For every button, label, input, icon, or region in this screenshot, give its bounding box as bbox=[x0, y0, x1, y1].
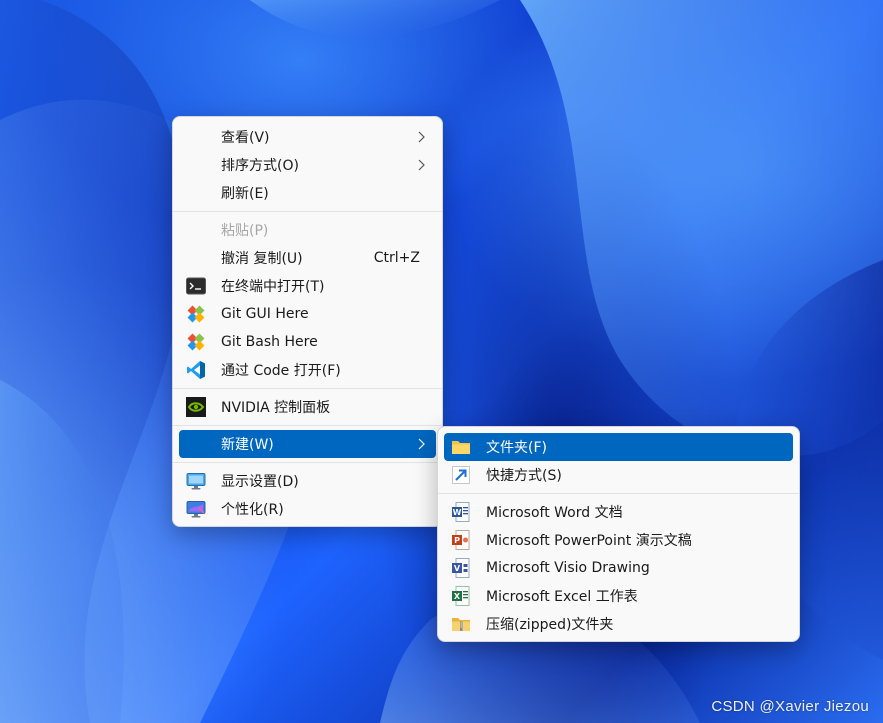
menu-item-label: NVIDIA 控制面板 bbox=[221, 400, 331, 416]
svg-text:V: V bbox=[454, 564, 461, 573]
menu-separator bbox=[173, 388, 442, 389]
menu-item-paste: 粘贴(P) bbox=[179, 216, 436, 244]
menu-separator bbox=[173, 462, 442, 463]
menu-item-label: Git Bash Here bbox=[221, 334, 318, 350]
menu-item-label: 快捷方式(S) bbox=[486, 468, 562, 484]
watermark: CSDN @Xavier Jiezou bbox=[711, 698, 869, 715]
submenu-item-new-powerpoint-presentation[interactable]: P Microsoft PowerPoint 演示文稿 bbox=[444, 526, 793, 554]
svg-text:W: W bbox=[453, 508, 462, 517]
zip-folder-icon bbox=[451, 614, 471, 634]
menu-item-nvidia-control-panel[interactable]: NVIDIA 控制面板 bbox=[179, 393, 436, 421]
menu-item-label: 在终端中打开(T) bbox=[221, 279, 325, 295]
menu-item-undo-copy[interactable]: 撤消 复制(U) Ctrl+Z bbox=[179, 244, 436, 272]
terminal-icon bbox=[186, 276, 206, 296]
excel-icon: X bbox=[451, 586, 471, 606]
menu-item-label: Git GUI Here bbox=[221, 306, 309, 322]
menu-item-display-settings[interactable]: 显示设置(D) bbox=[179, 467, 436, 495]
display-settings-icon bbox=[186, 471, 206, 491]
menu-item-open-with-code[interactable]: 通过 Code 打开(F) bbox=[179, 356, 436, 384]
menu-item-label: 查看(V) bbox=[221, 130, 270, 146]
menu-item-label: 新建(W) bbox=[221, 437, 274, 453]
new-submenu: 文件夹(F) 快捷方式(S) W Microsoft Word 文档 P Mic… bbox=[437, 426, 800, 642]
menu-item-label: 个性化(R) bbox=[221, 502, 284, 518]
menu-item-git-bash-here[interactable]: Git Bash Here bbox=[179, 328, 436, 356]
menu-item-label: Microsoft Visio Drawing bbox=[486, 560, 650, 576]
menu-item-personalize[interactable]: 个性化(R) bbox=[179, 495, 436, 523]
nvidia-icon bbox=[186, 397, 206, 417]
menu-item-label: 撤消 复制(U) bbox=[221, 251, 303, 267]
menu-item-label: 压缩(zipped)文件夹 bbox=[486, 617, 614, 633]
menu-separator bbox=[438, 493, 799, 494]
submenu-item-new-word-document[interactable]: W Microsoft Word 文档 bbox=[444, 498, 793, 526]
menu-separator bbox=[173, 211, 442, 212]
personalize-icon bbox=[186, 499, 206, 519]
menu-item-label: Microsoft Word 文档 bbox=[486, 505, 623, 521]
menu-item-label: 排序方式(O) bbox=[221, 158, 299, 174]
vscode-icon bbox=[186, 360, 206, 380]
menu-item-label: Microsoft Excel 工作表 bbox=[486, 589, 638, 605]
menu-item-open-in-terminal[interactable]: 在终端中打开(T) bbox=[179, 272, 436, 300]
menu-separator bbox=[173, 425, 442, 426]
menu-item-label: 显示设置(D) bbox=[221, 474, 299, 490]
shortcut-icon bbox=[451, 465, 471, 485]
desktop-context-menu: 查看(V) 排序方式(O) 刷新(E) 粘贴(P) 撤消 复制(U) Ctrl+… bbox=[172, 116, 443, 527]
menu-item-label: Microsoft PowerPoint 演示文稿 bbox=[486, 533, 692, 549]
menu-item-label: 刷新(E) bbox=[221, 186, 269, 202]
chevron-right-icon bbox=[418, 438, 425, 450]
submenu-item-new-shortcut[interactable]: 快捷方式(S) bbox=[444, 461, 793, 489]
menu-item-view[interactable]: 查看(V) bbox=[179, 123, 436, 151]
menu-item-label: 文件夹(F) bbox=[486, 440, 547, 456]
menu-item-label: 粘贴(P) bbox=[221, 223, 269, 239]
powerpoint-icon: P bbox=[451, 530, 471, 550]
menu-item-label: 通过 Code 打开(F) bbox=[221, 363, 341, 379]
folder-icon bbox=[451, 437, 471, 457]
chevron-right-icon bbox=[418, 159, 425, 171]
word-icon: W bbox=[451, 502, 471, 522]
keyboard-shortcut: Ctrl+Z bbox=[373, 250, 420, 266]
menu-item-new[interactable]: 新建(W) bbox=[179, 430, 436, 458]
submenu-item-new-zipped-folder[interactable]: 压缩(zipped)文件夹 bbox=[444, 610, 793, 638]
svg-text:P: P bbox=[454, 536, 460, 545]
submenu-item-new-folder[interactable]: 文件夹(F) bbox=[444, 433, 793, 461]
git-gui-icon bbox=[186, 304, 206, 324]
menu-item-refresh[interactable]: 刷新(E) bbox=[179, 179, 436, 207]
git-bash-icon bbox=[186, 332, 206, 352]
submenu-item-new-excel-worksheet[interactable]: X Microsoft Excel 工作表 bbox=[444, 582, 793, 610]
menu-item-git-gui-here[interactable]: Git GUI Here bbox=[179, 300, 436, 328]
menu-item-sort-by[interactable]: 排序方式(O) bbox=[179, 151, 436, 179]
svg-text:X: X bbox=[454, 592, 461, 601]
chevron-right-icon bbox=[418, 131, 425, 143]
submenu-item-new-visio-drawing[interactable]: V Microsoft Visio Drawing bbox=[444, 554, 793, 582]
visio-icon: V bbox=[451, 558, 471, 578]
